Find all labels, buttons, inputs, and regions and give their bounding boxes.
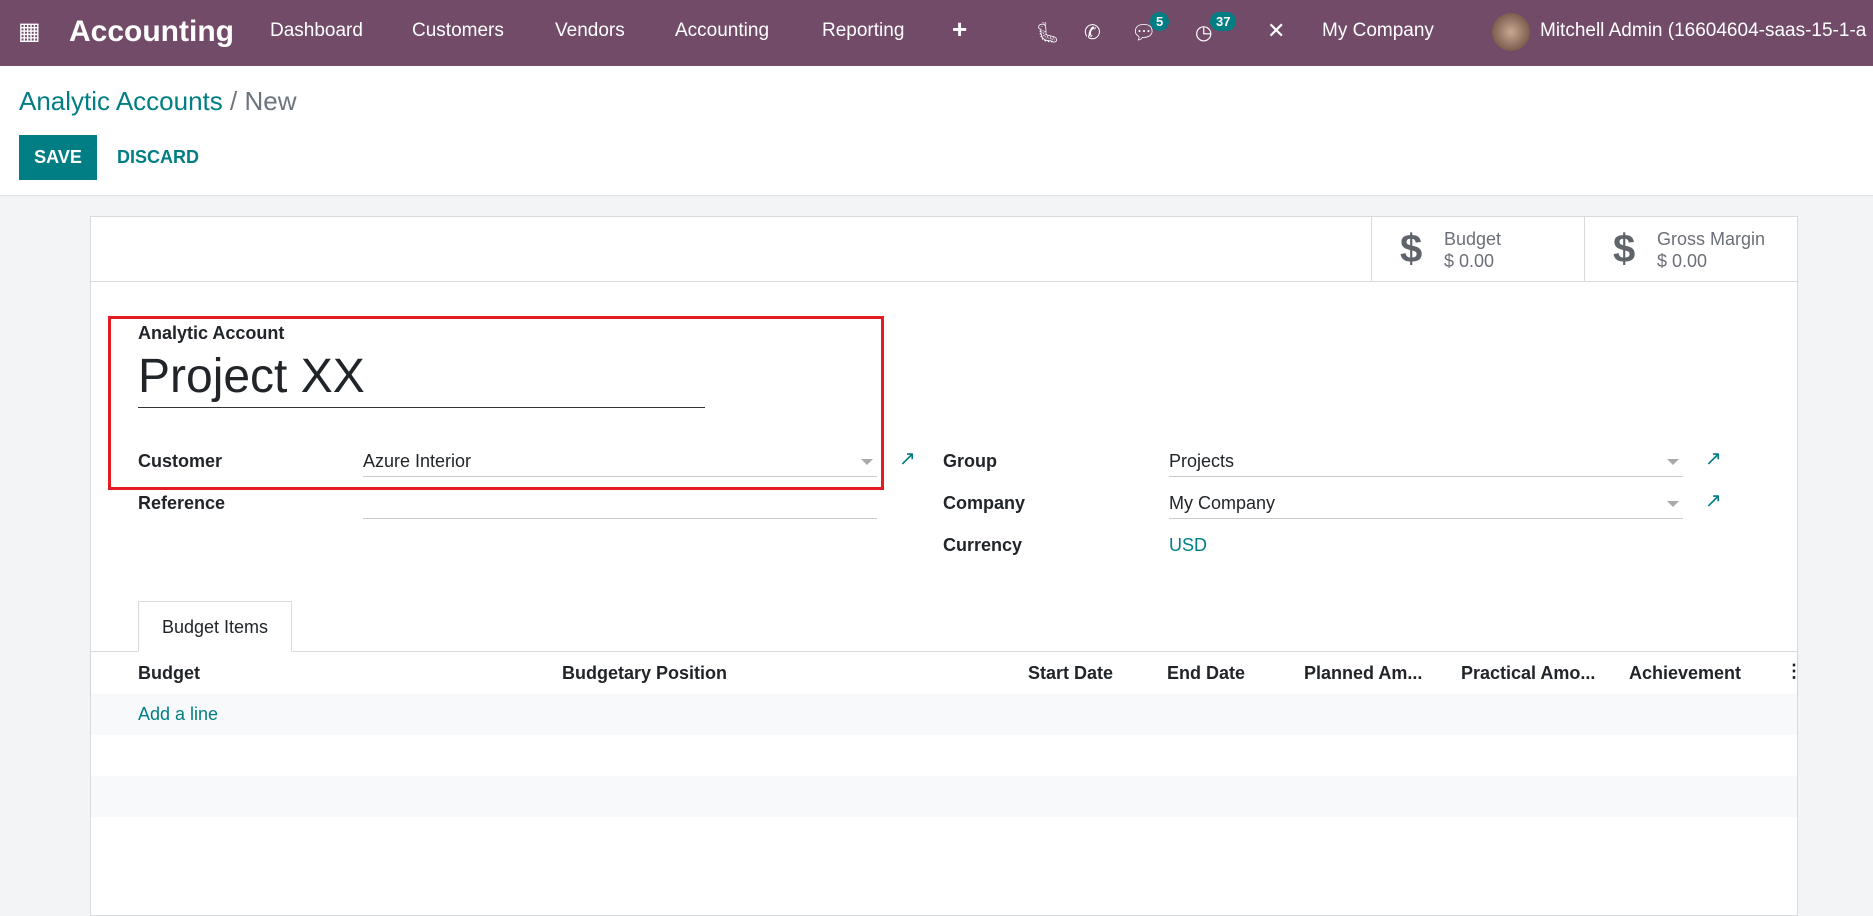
table-row — [91, 776, 1797, 817]
company-select[interactable]: My Company — [1169, 487, 1683, 519]
column-budgetary-position[interactable]: Budgetary Position — [562, 663, 727, 684]
stat-label: Gross Margin — [1657, 229, 1766, 249]
stat-label: Budget — [1444, 229, 1502, 249]
company-label: Company — [943, 493, 1026, 513]
company-switcher[interactable]: My Company — [1322, 20, 1434, 42]
name-label: Analytic Account — [138, 323, 285, 343]
user-menu[interactable]: Mitchell Admin (16604604-saas-15-1-a — [1540, 20, 1866, 42]
budget-stat-button[interactable]: $ Budget $ 0.00 — [1371, 217, 1584, 282]
stat-value: $ 0.00 — [1657, 251, 1708, 271]
external-link-icon[interactable]: ↗ — [1705, 488, 1722, 513]
group-select[interactable]: Projects — [1169, 445, 1683, 477]
discard-button[interactable]: DISCARD — [117, 135, 199, 180]
customer-label: Customer — [138, 451, 223, 471]
breadcrumb-current: New — [244, 86, 297, 116]
plus-icon[interactable]: + — [952, 14, 967, 45]
app-title[interactable]: Accounting — [69, 15, 234, 49]
menu-customers[interactable]: Customers — [412, 20, 504, 42]
reference-label: Reference — [138, 493, 226, 513]
tab-label: Budget Items — [161, 617, 269, 637]
add-a-line-link[interactable]: Add a line — [138, 704, 218, 725]
dollar-icon: $ — [1613, 227, 1636, 271]
external-link-icon[interactable]: ↗ — [899, 446, 916, 471]
customer-select[interactable]: Azure Interior — [363, 445, 877, 477]
stat-value: $ 0.00 — [1444, 251, 1495, 271]
menu-accounting[interactable]: Accounting — [675, 20, 769, 42]
column-end-date[interactable]: End Date — [1167, 663, 1245, 684]
top-navbar: ▦ Accounting Dashboard Customers Vendors… — [0, 0, 1873, 66]
reference-input[interactable] — [363, 487, 877, 519]
name-input[interactable]: Project XX — [138, 349, 705, 408]
column-budget[interactable]: Budget — [138, 663, 200, 684]
column-practical-amount[interactable]: Practical Amo... — [1461, 663, 1595, 684]
form-sheet: $ Budget $ 0.00 $ Gross Margin $ 0.00 An… — [90, 216, 1803, 916]
gross-margin-stat-button[interactable]: $ Gross Margin $ 0.00 — [1584, 217, 1798, 282]
menu-vendors[interactable]: Vendors — [555, 20, 625, 42]
table-row — [91, 694, 1797, 735]
messages-badge: 5 — [1150, 12, 1170, 31]
tab-budget-items[interactable]: Budget Items — [138, 601, 292, 652]
breadcrumb-parent[interactable]: Analytic Accounts — [19, 86, 223, 116]
external-link-icon[interactable]: ↗ — [1705, 446, 1722, 471]
dollar-icon: $ — [1400, 227, 1423, 271]
currency-link[interactable]: USD — [1169, 535, 1207, 556]
save-button[interactable]: SAVE — [19, 135, 97, 180]
column-achievement[interactable]: Achievement — [1629, 663, 1741, 684]
table-row — [91, 735, 1797, 776]
breadcrumb-separator: / — [222, 86, 245, 116]
avatar[interactable] — [1492, 13, 1530, 51]
breadcrumb: Analytic Accounts / New — [19, 86, 296, 117]
group-label: Group — [943, 451, 997, 471]
customer-value: Azure Interior — [363, 451, 472, 471]
phone-icon[interactable]: ✆ — [1084, 20, 1101, 45]
tools-icon[interactable]: ✕ — [1267, 18, 1285, 44]
menu-dashboard[interactable]: Dashboard — [270, 20, 363, 42]
menu-reporting[interactable]: Reporting — [822, 20, 904, 42]
column-planned-amount[interactable]: Planned Am... — [1304, 663, 1422, 684]
company-value: My Company — [1169, 493, 1276, 513]
group-value: Projects — [1169, 451, 1235, 471]
optional-columns-kebab-icon[interactable]: ⋮ — [1785, 661, 1803, 682]
bug-icon[interactable]: 🐛︎ — [1035, 20, 1060, 45]
column-start-date[interactable]: Start Date — [1028, 663, 1113, 684]
activities-badge: 37 — [1210, 12, 1237, 31]
currency-label: Currency — [943, 535, 1023, 555]
apps-menu-icon[interactable]: ▦ — [18, 17, 41, 46]
